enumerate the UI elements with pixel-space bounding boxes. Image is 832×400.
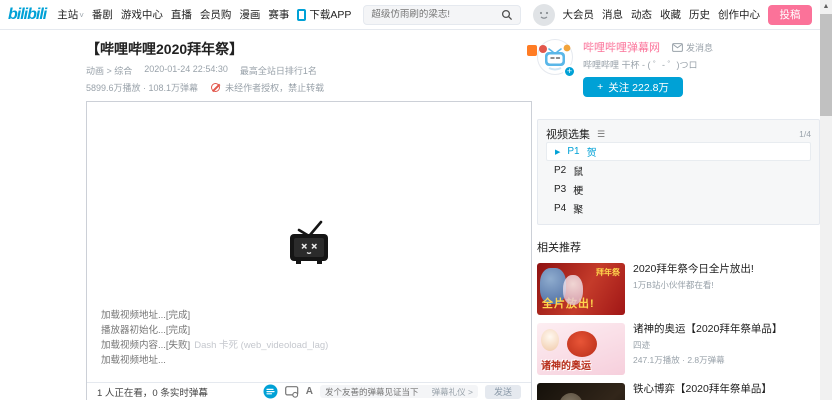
playlist-page-indicator: 1/4 bbox=[799, 129, 811, 139]
danmaku-send-button[interactable]: 发送 bbox=[485, 385, 521, 399]
search-box bbox=[363, 5, 520, 25]
log-line: 加载视频地址...[完成] bbox=[101, 308, 328, 323]
related-video-uploader[interactable]: 四迹 bbox=[633, 339, 820, 351]
plus-icon: + bbox=[597, 81, 603, 93]
log-line: 加载视频内容...[失败]Dash 卡死 (web_videoload_lag) bbox=[101, 338, 328, 353]
danmaku-input-wrap: 弹幕礼仪 > bbox=[320, 385, 478, 398]
nav-item-esports[interactable]: 赛事 bbox=[268, 7, 289, 22]
danmaku-input[interactable] bbox=[325, 387, 428, 397]
view-danmaku-count: 5899.6万播放 · 108.1万弹幕 bbox=[86, 81, 198, 94]
related-video-title[interactable]: 2020拜年祭今日全片放出! bbox=[633, 263, 785, 276]
no-reprint-text: 未经作者授权，禁止转载 bbox=[225, 81, 324, 94]
breadcrumb[interactable]: 动画 > 综合 bbox=[86, 64, 132, 77]
playlist-item-p3[interactable]: P3梗 bbox=[546, 180, 811, 199]
uploader-bio: 哔哩哔哩 干杯 - ( ゜- ゜)つロ bbox=[583, 58, 713, 71]
video-thumbnail[interactable]: 铁心博弈 bbox=[537, 383, 625, 400]
list-menu-icon[interactable]: ☰ bbox=[597, 129, 605, 140]
publish-time: 2020-01-24 22:54:30 bbox=[144, 64, 228, 77]
player-load-log: 加载视频地址...[完成] 播放器初始化...[完成] 加载视频内容...[失败… bbox=[101, 308, 328, 368]
playlist-item-p4[interactable]: P4聚 bbox=[546, 199, 811, 218]
playlist-item-p2[interactable]: P2鼠 bbox=[546, 161, 811, 180]
related-video-title[interactable]: 铁心博弈【2020拜年祭单品】 bbox=[633, 383, 785, 396]
danmaku-style-button[interactable]: A bbox=[306, 386, 313, 397]
nav-item-game-center[interactable]: 游戏中心 bbox=[121, 7, 163, 22]
danmaku-toggle[interactable] bbox=[263, 384, 278, 399]
page-scrollbar[interactable]: ▲ bbox=[820, 0, 832, 400]
nav-item-main-site[interactable]: 主站˅ bbox=[57, 7, 84, 22]
scrollbar-up-icon[interactable]: ▲ bbox=[820, 0, 832, 12]
play-icon: ▶ bbox=[555, 148, 560, 156]
uploader-name[interactable]: 哔哩哔哩弹幕网 bbox=[583, 39, 660, 55]
main-column: 【哔哩哔哩2020拜年祭】 动画 > 综合 2020-01-24 22:54:3… bbox=[86, 31, 534, 400]
nav-item-live[interactable]: 直播 bbox=[171, 7, 192, 22]
danmaku-etiquette-link[interactable]: 弹幕礼仪 > bbox=[432, 386, 473, 398]
nav-item-favorites[interactable]: 收藏 bbox=[660, 7, 681, 22]
follow-button[interactable]: +关注 222.8万 bbox=[583, 77, 683, 97]
send-message-link[interactable]: 发消息 bbox=[672, 41, 713, 54]
log-line: 加载视频地址... bbox=[101, 353, 328, 368]
player-screen[interactable]: 加载视频地址...[完成] 播放器初始化...[完成] 加载视频内容...[失败… bbox=[87, 102, 531, 382]
activity-pendant-icon[interactable] bbox=[527, 45, 537, 56]
uploader-card: + 哔哩哔哩弹幕网 发消息 哔哩哔哩 干杯 - ( ゜- ゜)つロ +关注 22… bbox=[537, 39, 820, 97]
nav-item-vip-shop[interactable]: 会员购 bbox=[200, 7, 232, 22]
video-player[interactable]: 加载视频地址...[完成] 播放器初始化...[完成] 加载视频内容...[失败… bbox=[86, 101, 532, 400]
user-avatar[interactable] bbox=[533, 4, 555, 26]
sidebar: + 哔哩哔哩弹幕网 发消息 哔哩哔哩 干杯 - ( ゜- ゜)つロ +关注 22… bbox=[537, 39, 820, 400]
follow-plus-badge: + bbox=[563, 65, 576, 78]
log-line: 播放器初始化...[完成] bbox=[101, 323, 328, 338]
upload-button[interactable]: 投稿 bbox=[768, 5, 812, 25]
nav-item-dynamics[interactable]: 动态 bbox=[631, 7, 652, 22]
search-icon[interactable] bbox=[501, 9, 513, 21]
video-meta-row: 动画 > 综合 2020-01-24 22:54:30 最高全站日排行1名 bbox=[86, 64, 534, 77]
no-reprint-icon bbox=[211, 83, 220, 92]
danmaku-bar: 1 人正在看，0 条实时弹幕 A 弹幕礼仪 > 发送 bbox=[87, 382, 531, 400]
related-video-stats: 247.1万播放 · 2.8万弹幕 bbox=[633, 354, 820, 366]
nav-item-manga[interactable]: 漫画 bbox=[239, 7, 260, 22]
nav-item-messages[interactable]: 消息 bbox=[602, 7, 623, 22]
phone-icon bbox=[297, 9, 306, 21]
search-input[interactable] bbox=[371, 9, 500, 20]
video-thumbnail[interactable]: 拜年祭 全片放出! bbox=[537, 263, 625, 315]
related-video-title[interactable]: 诸神的奥运【2020拜年祭单品】 bbox=[633, 323, 785, 336]
chevron-down-icon: ˅ bbox=[79, 11, 84, 20]
related-video-2[interactable]: 诸神的奥运 诸神的奥运【2020拜年祭单品】 四迹 247.1万播放 · 2.8… bbox=[537, 323, 820, 375]
bilibili-logo[interactable]: bilibili bbox=[8, 6, 46, 24]
top-navbar: bilibili 主站˅ 番剧 游戏中心 直播 会员购 漫画 赛事 下载APP … bbox=[0, 0, 820, 30]
video-thumbnail[interactable]: 诸神的奥运 bbox=[537, 323, 625, 375]
page-body: 【哔哩哔哩2020拜年祭】 动画 > 综合 2020-01-24 22:54:3… bbox=[0, 31, 820, 400]
related-video-note: 1万B站小伙伴都在看! bbox=[633, 279, 820, 291]
download-app-link[interactable]: 下载APP bbox=[297, 7, 351, 22]
related-video-1[interactable]: 拜年祭 全片放出! 2020拜年祭今日全片放出! 1万B站小伙伴都在看! bbox=[537, 263, 820, 315]
video-title: 【哔哩哔哩2020拜年祭】 bbox=[86, 39, 534, 59]
related-section-title: 相关推荐 bbox=[537, 239, 820, 255]
rank-badge: 最高全站日排行1名 bbox=[240, 64, 317, 77]
watching-count: 1 人正在看，0 条实时弹幕 bbox=[97, 385, 208, 399]
avatar-face-icon bbox=[536, 7, 552, 23]
uploader-avatar[interactable]: + bbox=[537, 39, 573, 75]
nav-item-history[interactable]: 历史 bbox=[689, 7, 710, 22]
nav-item-creator-center[interactable]: 创作中心 bbox=[718, 7, 760, 22]
nav-item-bangumi[interactable]: 番剧 bbox=[92, 7, 113, 22]
broken-tv-icon bbox=[281, 217, 337, 267]
nav-item-vip[interactable]: 大会员 bbox=[563, 7, 595, 22]
playlist-item-p1[interactable]: ▶ P1贺 bbox=[546, 142, 811, 161]
envelope-icon bbox=[672, 43, 683, 52]
playlist-card: 视频选集 ☰ 1/4 ▶ P1贺 P2鼠 P3梗 P4聚 bbox=[537, 119, 820, 225]
playlist-title: 视频选集 bbox=[546, 126, 590, 142]
related-video-3[interactable]: 铁心博弈 铁心博弈【2020拜年祭单品】 艾叶 302.1万播放 · 18.3万… bbox=[537, 383, 820, 400]
video-stats-row: 5899.6万播放 · 108.1万弹幕 未经作者授权，禁止转载 bbox=[86, 81, 534, 94]
danmaku-settings-icon[interactable] bbox=[285, 386, 299, 398]
scrollbar-thumb[interactable] bbox=[820, 14, 832, 116]
